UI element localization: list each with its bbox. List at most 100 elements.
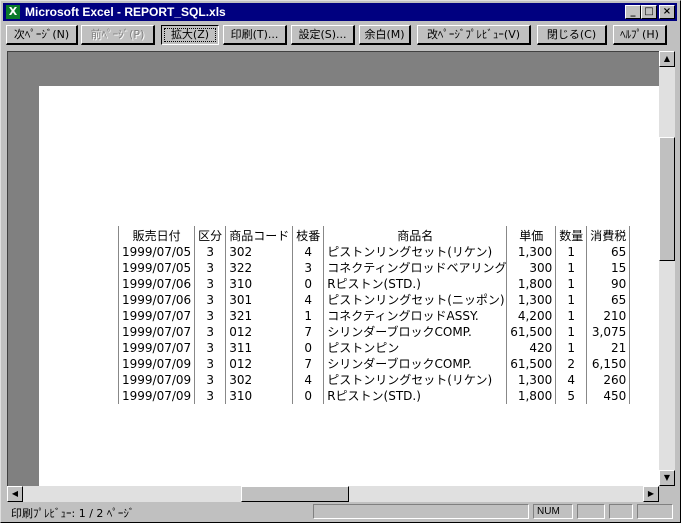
cell-product-name: Rピストン(STD.): [323, 388, 508, 404]
excel-icon[interactable]: X: [6, 5, 20, 19]
preview-toolbar: 次ﾍﾟｰｼﾞ(N) 前ﾍﾟｰｼﾞ(P) 拡大(Z) 印刷(T)... 設定(S)…: [3, 23, 677, 49]
cell-quantity: 1: [555, 292, 588, 308]
cell-unit-price: 1,300: [506, 292, 557, 308]
scroll-right-button[interactable]: ▶: [643, 486, 659, 502]
num-lock-indicator: NUM: [533, 504, 573, 519]
header-tax: 消費税: [586, 226, 631, 244]
status-panel: [313, 504, 529, 519]
header-product-code: 商品コード: [225, 226, 294, 244]
scroll-down-button[interactable]: ▼: [659, 470, 675, 486]
cell-category: 3: [194, 340, 227, 356]
cell-tax: 210: [586, 308, 631, 324]
preview-area[interactable]: 販売日付 区分 商品コード 枝番 商品名 単価 数量 消費税 1999/07/0…: [7, 51, 659, 486]
cell-unit-price: 420: [506, 340, 557, 356]
cell-product-code: 322: [225, 260, 294, 276]
scroll-left-button[interactable]: ◀: [7, 486, 23, 502]
cell-category: 3: [194, 372, 227, 388]
cell-quantity: 1: [555, 308, 588, 324]
zoom-button[interactable]: 拡大(Z): [161, 25, 219, 45]
header-quantity: 数量: [555, 226, 588, 244]
cell-sale-date: 1999/07/09: [117, 356, 196, 372]
setup-button[interactable]: 設定(S)...: [291, 25, 355, 45]
cell-sale-date: 1999/07/09: [117, 388, 196, 404]
status-panel: [609, 504, 633, 519]
cell-category: 3: [194, 356, 227, 372]
status-text: 印刷ﾌﾟﾚﾋﾞｭｰ: 1 / 2 ﾍﾟｰｼﾞ: [11, 507, 135, 520]
vertical-scroll-thumb[interactable]: [659, 137, 675, 261]
excel-window: X Microsoft Excel - REPORT_SQL.xls _ □ ×…: [0, 0, 681, 523]
cell-quantity: 4: [555, 372, 588, 388]
cell-branch-no: 7: [292, 324, 325, 340]
cell-sale-date: 1999/07/07: [117, 308, 196, 324]
cell-sale-date: 1999/07/09: [117, 372, 196, 388]
table-row: 1999/07/07 3 321 1 コネクティングロッドASSY. 4,200 1 210: [117, 308, 631, 324]
margins-button[interactable]: 余白(M): [359, 25, 411, 45]
cell-unit-price: 1,300: [506, 372, 557, 388]
cell-category: 3: [194, 324, 227, 340]
vertical-scrollbar[interactable]: ▲ ▼: [659, 51, 675, 486]
page-break-preview-button[interactable]: 改ﾍﾟｰｼﾞﾌﾟﾚﾋﾞｭｰ(V): [417, 25, 531, 45]
cell-product-code: 310: [225, 388, 294, 404]
cell-product-code: 302: [225, 372, 294, 388]
cell-sale-date: 1999/07/05: [117, 244, 196, 260]
cell-quantity: 1: [555, 276, 588, 292]
cell-branch-no: 0: [292, 388, 325, 404]
minimize-button[interactable]: _: [625, 5, 641, 19]
table-row: 1999/07/06 3 310 0 Rピストン(STD.) 1,800 1 90: [117, 276, 631, 292]
close-window-button[interactable]: ×: [659, 5, 675, 19]
cell-product-code: 012: [225, 356, 294, 372]
cell-tax: 450: [586, 388, 631, 404]
cell-product-name: ピストンピン: [323, 340, 508, 356]
cell-category: 3: [194, 244, 227, 260]
header-category: 区分: [194, 226, 227, 244]
cell-category: 3: [194, 388, 227, 404]
table-header-row: 販売日付 区分 商品コード 枝番 商品名 単価 数量 消費税: [117, 226, 631, 244]
scroll-up-button[interactable]: ▲: [659, 51, 675, 67]
cell-tax: 15: [586, 260, 631, 276]
header-sale-date: 販売日付: [117, 226, 196, 244]
cell-unit-price: 1,800: [506, 276, 557, 292]
title-bar[interactable]: X Microsoft Excel - REPORT_SQL.xls _ □ ×: [3, 3, 677, 21]
cell-sale-date: 1999/07/06: [117, 276, 196, 292]
table-row: 1999/07/09 3 012 7 シリンダーブロックCOMP. 61,500 2 6,15…: [117, 356, 631, 372]
cell-tax: 65: [586, 244, 631, 260]
cell-product-code: 012: [225, 324, 294, 340]
horizontal-scroll-thumb[interactable]: [241, 486, 349, 502]
cell-quantity: 1: [555, 260, 588, 276]
cell-quantity: 1: [555, 244, 588, 260]
cell-product-code: 301: [225, 292, 294, 308]
cell-quantity: 1: [555, 324, 588, 340]
next-page-button[interactable]: 次ﾍﾟｰｼﾞ(N): [6, 25, 78, 45]
cell-quantity: 1: [555, 340, 588, 356]
window-title: Microsoft Excel - REPORT_SQL.xls: [25, 5, 226, 19]
table-row: 1999/07/09 3 310 0 Rピストン(STD.) 1,800 5 450: [117, 388, 631, 404]
cell-branch-no: 1: [292, 308, 325, 324]
print-button[interactable]: 印刷(T)...: [223, 25, 287, 45]
cell-tax: 3,075: [586, 324, 631, 340]
cell-product-name: ピストンリングセット(ニッポン): [323, 292, 508, 308]
cell-tax: 65: [586, 292, 631, 308]
cell-tax: 21: [586, 340, 631, 356]
horizontal-scrollbar[interactable]: ◀ ▶: [7, 486, 659, 502]
cell-category: 3: [194, 276, 227, 292]
print-page[interactable]: 販売日付 区分 商品コード 枝番 商品名 単価 数量 消費税 1999/07/0…: [39, 86, 659, 486]
table-row: 1999/07/05 3 302 4 ピストンリングセット(リケン) 1,300 1 65: [117, 244, 631, 260]
cell-product-name: コネクティングロッドASSY.: [323, 308, 508, 324]
cell-sale-date: 1999/07/07: [117, 324, 196, 340]
cell-product-name: Rピストン(STD.): [323, 276, 508, 292]
prev-page-button[interactable]: 前ﾍﾟｰｼﾞ(P): [81, 25, 155, 45]
close-preview-button[interactable]: 閉じる(C): [537, 25, 607, 45]
table-row: 1999/07/05 3 322 3 コネクティングロッドベアリング 300 1 15: [117, 260, 631, 276]
cell-category: 3: [194, 308, 227, 324]
cell-branch-no: 0: [292, 340, 325, 356]
report-table: 販売日付 区分 商品コード 枝番 商品名 単価 数量 消費税 1999/07/0…: [117, 226, 631, 404]
cell-tax: 6,150: [586, 356, 631, 372]
cell-branch-no: 4: [292, 244, 325, 260]
cell-unit-price: 1,800: [506, 388, 557, 404]
maximize-button[interactable]: □: [641, 5, 657, 19]
cell-sale-date: 1999/07/07: [117, 340, 196, 356]
cell-unit-price: 1,300: [506, 244, 557, 260]
cell-quantity: 5: [555, 388, 588, 404]
header-unit-price: 単価: [506, 226, 557, 244]
help-button[interactable]: ﾍﾙﾌﾟ(H): [613, 25, 667, 45]
